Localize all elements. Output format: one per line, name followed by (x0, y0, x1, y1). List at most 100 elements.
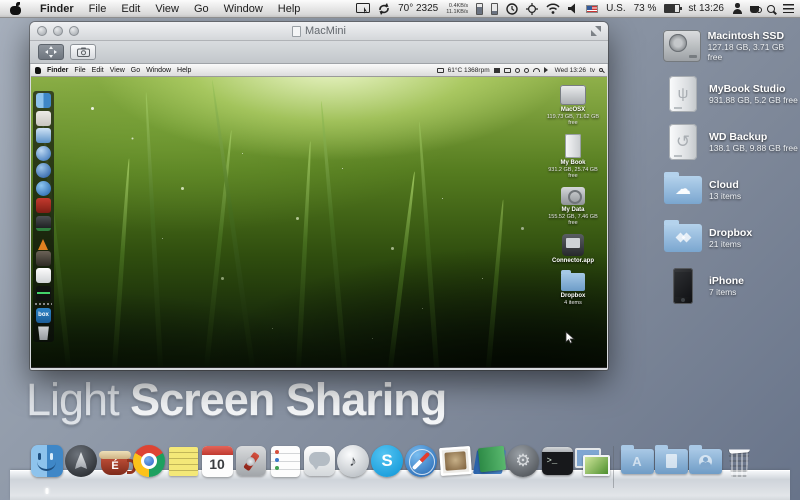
remote-menubar[interactable]: Finder File Edit View Go Window Help 61°… (31, 64, 607, 77)
menu-finder[interactable]: Finder (40, 3, 74, 15)
remote-dock-box-icon[interactable]: box (36, 308, 51, 323)
remote-dock-audio-meter-icon[interactable] (36, 286, 51, 301)
network-speed-readout[interactable]: 0.4KB/s 11.1KB/s (446, 3, 468, 15)
dock-coffeecup-icon[interactable]: É (98, 442, 132, 480)
memory-meter-icon[interactable] (476, 3, 483, 15)
temperature-fan-readout[interactable]: 70° 2325 (398, 3, 438, 14)
battery-icon[interactable] (664, 4, 680, 13)
remote-dock-safari-icon[interactable] (36, 181, 51, 196)
remote-icon-dropbox[interactable]: Dropbox 4 items (543, 273, 603, 306)
menu-view[interactable]: View (155, 3, 179, 15)
remote-dock-photos-icon[interactable] (36, 251, 51, 266)
dock-settings-icon[interactable]: ⚙ (506, 442, 540, 480)
capture-screen-button[interactable] (70, 44, 96, 60)
remote-monitor-icon[interactable] (504, 68, 511, 73)
remote-spotlight-icon[interactable] (599, 68, 603, 72)
dock-books-icon[interactable] (472, 442, 506, 480)
dock-itunes-icon[interactable]: ♪ (336, 442, 370, 480)
dock-folder-downloads-icon[interactable] (688, 442, 722, 480)
dock-folder-documents-icon[interactable] (654, 442, 688, 480)
volume-icon[interactable] (568, 3, 578, 14)
close-button[interactable] (37, 26, 47, 36)
menu-edit[interactable]: Edit (121, 3, 140, 15)
remote-dock-tools-app-icon[interactable] (36, 216, 51, 231)
remote-dock-vlc-icon[interactable] (36, 233, 51, 248)
menu-file[interactable]: File (89, 3, 107, 15)
zoom-button[interactable] (69, 26, 79, 36)
remote-dock-itunes-icon[interactable] (36, 146, 51, 161)
screen-sharing-icon[interactable] (356, 3, 370, 15)
remote-tv-label[interactable]: tv (590, 67, 595, 74)
apple-menu-icon[interactable] (10, 3, 21, 15)
desktop-icon-cloud[interactable]: ☁ Cloud 13 items (662, 170, 798, 209)
remote-wifi-icon[interactable] (533, 68, 540, 72)
user-switch-icon[interactable] (732, 3, 742, 14)
dock-trash-icon[interactable] (722, 442, 756, 480)
remote-sensors-readout[interactable]: 61°C 1368rpm (448, 67, 490, 74)
dock-folder-applications-icon[interactable]: A (620, 442, 654, 480)
remote-window-icon[interactable] (494, 68, 500, 73)
dock-launchpad-icon[interactable] (64, 442, 98, 480)
fullscreen-arrows-icon[interactable] (591, 26, 601, 36)
dock-reminders-icon[interactable] (268, 442, 302, 480)
remote-dock-finder-icon[interactable] (36, 93, 51, 108)
menubar-clock[interactable]: st 13:26 (688, 3, 724, 14)
desktop-icon-macintosh-ssd[interactable]: Macintosh SSD 127.18 GB, 3.71 GB free (662, 26, 798, 65)
dock-utility-icon[interactable] (234, 442, 268, 480)
keyboard-layout-label[interactable]: U.S. (606, 3, 625, 14)
wifi-icon[interactable] (546, 3, 560, 14)
remote-dock[interactable]: box (33, 91, 54, 342)
dock-finder-icon[interactable] (30, 442, 64, 480)
menu-help[interactable]: Help (278, 3, 301, 15)
remote-menu-view[interactable]: View (110, 67, 125, 74)
dock-mail-icon[interactable] (438, 442, 472, 480)
window-titlebar[interactable]: MacMini (30, 22, 608, 41)
remote-menu-edit[interactable]: Edit (92, 67, 104, 74)
remote-icon-mydata[interactable]: My Data 155.52 GB, 7.46 GB free (543, 187, 603, 226)
shared-screen[interactable]: Finder File Edit View Go Window Help 61°… (31, 64, 607, 368)
desktop-icon-dropbox[interactable]: Dropbox 21 items (662, 218, 798, 257)
remote-apple-menu-icon[interactable] (35, 67, 41, 74)
remote-icon-connector[interactable]: Connector.app (543, 234, 603, 265)
remote-dock-trash-icon[interactable] (36, 325, 51, 340)
remote-menu-help[interactable]: Help (177, 67, 191, 74)
remote-desktop-wallpaper[interactable]: box MacOSX 119.73 GB, 71.62 GB free My B… (31, 77, 607, 367)
remote-menu-window[interactable]: Window (146, 67, 171, 74)
caffeine-cup-icon[interactable] (750, 6, 759, 13)
remote-menu-finder[interactable]: Finder (47, 67, 68, 74)
remote-dock-chat-icon[interactable] (36, 128, 51, 143)
desktop-icon-wd-backup[interactable]: ↺ WD Backup 138.1 GB, 9.88 GB free (662, 122, 798, 161)
spotlight-icon[interactable] (767, 5, 775, 13)
remote-dock-mail-icon[interactable] (36, 111, 51, 126)
remote-clock[interactable]: Wed 13:26 (555, 67, 586, 74)
desktop-icon-iphone[interactable]: iPhone 7 items (662, 266, 798, 305)
dock-messages-icon[interactable] (302, 442, 336, 480)
remote-timemachine-icon[interactable] (515, 68, 520, 73)
menu-window[interactable]: Window (224, 3, 263, 15)
disk-meter-icon[interactable] (491, 3, 498, 15)
remote-volume-icon[interactable] (544, 67, 551, 73)
dock-safari-icon[interactable] (404, 442, 438, 480)
menu-go[interactable]: Go (194, 3, 209, 15)
remote-dock-chair-app-icon[interactable] (36, 198, 51, 213)
remote-menu-go[interactable]: Go (131, 67, 140, 74)
location-icon[interactable] (526, 3, 538, 15)
remote-display-icon[interactable] (437, 68, 444, 73)
battery-percent[interactable]: 73 % (634, 3, 657, 14)
remote-menu-file[interactable]: File (74, 67, 85, 74)
sync-arrows-icon[interactable] (378, 3, 390, 15)
minimize-button[interactable] (53, 26, 63, 36)
remote-icon-macosx[interactable]: MacOSX 119.73 GB, 71.62 GB free (543, 85, 603, 126)
us-flag-icon[interactable] (586, 5, 598, 13)
notification-list-icon[interactable] (783, 4, 794, 13)
dock-screen-sharing-icon[interactable] (574, 442, 608, 480)
remote-dock-ipod-icon[interactable] (36, 268, 51, 283)
remote-icon-mybook[interactable]: My Book 931.2 GB, 25.74 GB free (543, 134, 603, 179)
dock-skype-icon[interactable]: S (370, 442, 404, 480)
dock-calendar-icon[interactable]: 10 (200, 442, 234, 480)
remote-dock-appstore-icon[interactable] (36, 163, 51, 178)
dock-chrome-icon[interactable] (132, 442, 166, 480)
time-machine-icon[interactable] (506, 3, 518, 15)
desktop-icon-mybook-studio[interactable]: ψ MyBook Studio 931.88 GB, 5.2 GB free (662, 74, 798, 113)
dock-terminal-icon[interactable]: >_ (540, 442, 574, 480)
